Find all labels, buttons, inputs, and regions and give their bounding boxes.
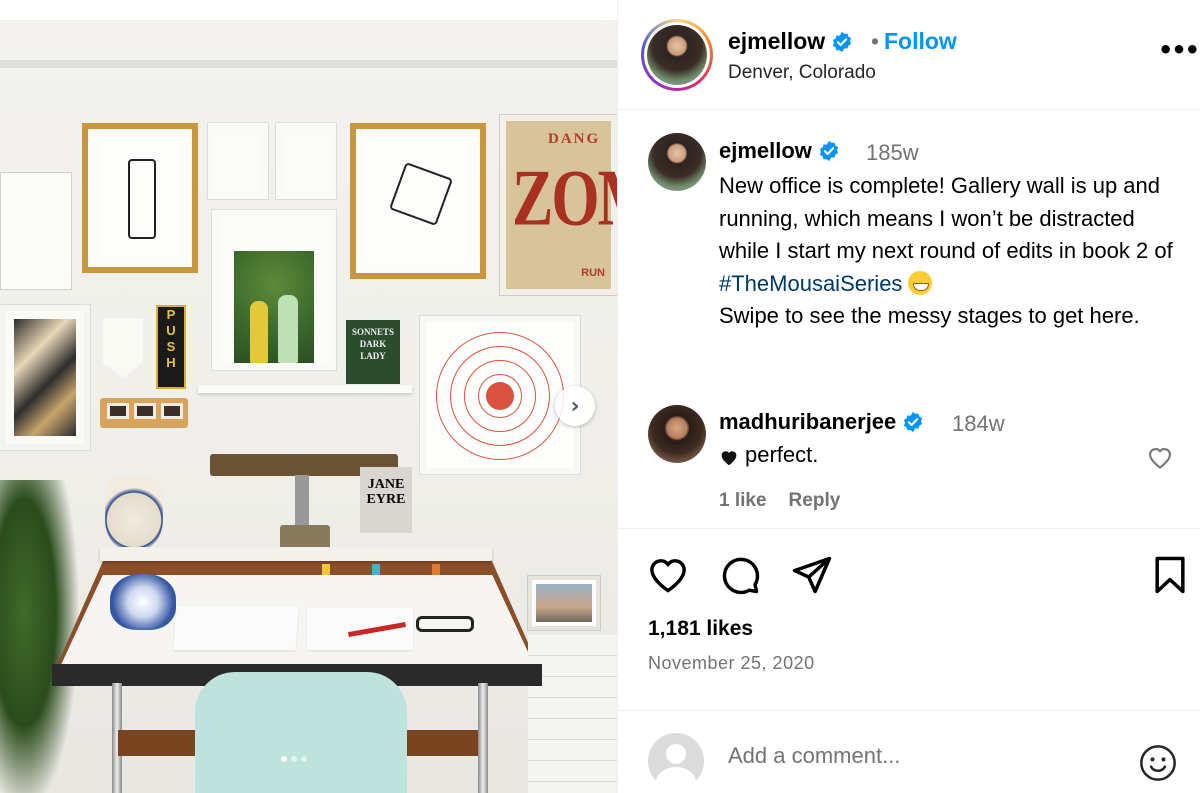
save-bookmark-icon[interactable] <box>1148 553 1192 597</box>
potted-plant <box>0 480 80 793</box>
verified-badge-icon <box>831 31 853 53</box>
caption-text: New office is complete! Gallery wall is … <box>719 173 1173 328</box>
post-header: ejmellow • Follow Denver, Colorado ••• <box>618 0 1200 110</box>
like-heart-icon[interactable] <box>646 553 690 597</box>
mint-chair <box>195 672 407 793</box>
caption-avatar[interactable] <box>648 133 706 191</box>
comment-username[interactable]: madhuribanerjee <box>719 409 896 435</box>
wall-frame-text <box>0 172 72 290</box>
comment-avatar[interactable] <box>648 405 706 463</box>
caption-username-row: ejmellow <box>719 138 840 164</box>
add-comment-input[interactable] <box>728 743 1108 769</box>
carousel-dot <box>291 756 297 762</box>
avatar <box>647 25 707 85</box>
wall-frame-line-art <box>82 123 198 273</box>
poster-top-text: DANG <box>548 131 601 147</box>
post-image: DANG ZOMI RUN P U S H SONNETS DARK LADY <box>0 20 617 793</box>
add-comment-bar <box>618 710 1200 793</box>
share-paper-plane-icon[interactable] <box>790 553 834 597</box>
picture-ledge <box>198 385 412 393</box>
post-actions: 1,181 likes November 25, 2020 <box>618 528 1200 793</box>
blue-white-vase <box>105 475 163 550</box>
story-avatar[interactable] <box>641 19 713 91</box>
desk-hutch <box>100 547 492 561</box>
black-heart-icon <box>719 446 739 466</box>
grinning-face-emoji-icon <box>908 270 933 295</box>
comment-reply-button[interactable]: Reply <box>789 490 841 512</box>
jane-eyre-book: JANE EYRE <box>360 467 412 533</box>
sonnets-book: SONNETS DARK LADY <box>346 320 400 384</box>
poster-bottom-text: RUN <box>581 267 605 279</box>
carousel-dot <box>281 756 287 762</box>
post-username[interactable]: ejmellow <box>728 28 825 55</box>
wall-frame-quote <box>208 123 268 199</box>
pennant-decor <box>103 318 143 378</box>
verified-badge-icon <box>818 140 840 162</box>
comment-text: perfect. <box>719 442 818 468</box>
wall-frame-sketch <box>350 123 486 279</box>
carousel-dot <box>301 756 307 762</box>
post-media: DANG ZOMI RUN P U S H SONNETS DARK LADY <box>0 0 617 793</box>
carousel-next-button[interactable]: › <box>555 386 595 426</box>
push-sign: P U S H <box>156 305 186 389</box>
tree-print <box>234 251 314 363</box>
caption-timestamp[interactable]: 185w <box>866 140 919 166</box>
paper-sheet <box>173 606 299 650</box>
drawer-cabinet <box>528 635 617 793</box>
eyeglasses <box>416 616 474 632</box>
more-options-icon[interactable]: ••• <box>1158 36 1200 64</box>
post-username-row: ejmellow <box>728 28 853 55</box>
comment-username-row: madhuribanerjee <box>719 409 924 435</box>
post-viewer: DANG ZOMI RUN P U S H SONNETS DARK LADY <box>0 0 1200 793</box>
comment-timestamp[interactable]: 184w <box>952 411 1005 437</box>
follow-button[interactable]: Follow <box>884 28 957 55</box>
comment-meta: 1 like Reply <box>719 490 840 512</box>
post-location[interactable]: Denver, Colorado <box>728 62 876 84</box>
comment-bubble-icon[interactable] <box>718 553 762 597</box>
caption-username[interactable]: ejmellow <box>719 138 812 164</box>
zombie-poster: DANG ZOMI RUN <box>500 115 617 295</box>
hashtag-link[interactable]: #TheMousaiSeries <box>719 271 902 296</box>
post-date[interactable]: November 25, 2020 <box>648 653 815 674</box>
chevron-right-icon: › <box>570 393 580 419</box>
current-user-avatar <box>648 733 704 789</box>
poster-main-text: ZOMI <box>512 154 617 243</box>
emoji-picker-icon[interactable] <box>1138 743 1178 783</box>
likes-count[interactable]: 1,181 likes <box>648 617 753 641</box>
post-details-panel: ejmellow • Follow Denver, Colorado ••• e… <box>617 0 1200 793</box>
verified-badge-icon <box>902 411 924 433</box>
carousel-indicator <box>281 756 307 762</box>
comment-like-heart-icon[interactable] <box>1146 444 1174 470</box>
teapot <box>110 574 176 630</box>
wall-frame-dark-art <box>0 305 90 450</box>
comment-likes-count[interactable]: 1 like <box>719 490 767 512</box>
family-photo-frame <box>528 576 600 630</box>
target-print <box>420 316 580 474</box>
wall-frame-quote-2 <box>276 123 336 199</box>
separator-dot: • <box>871 28 880 54</box>
